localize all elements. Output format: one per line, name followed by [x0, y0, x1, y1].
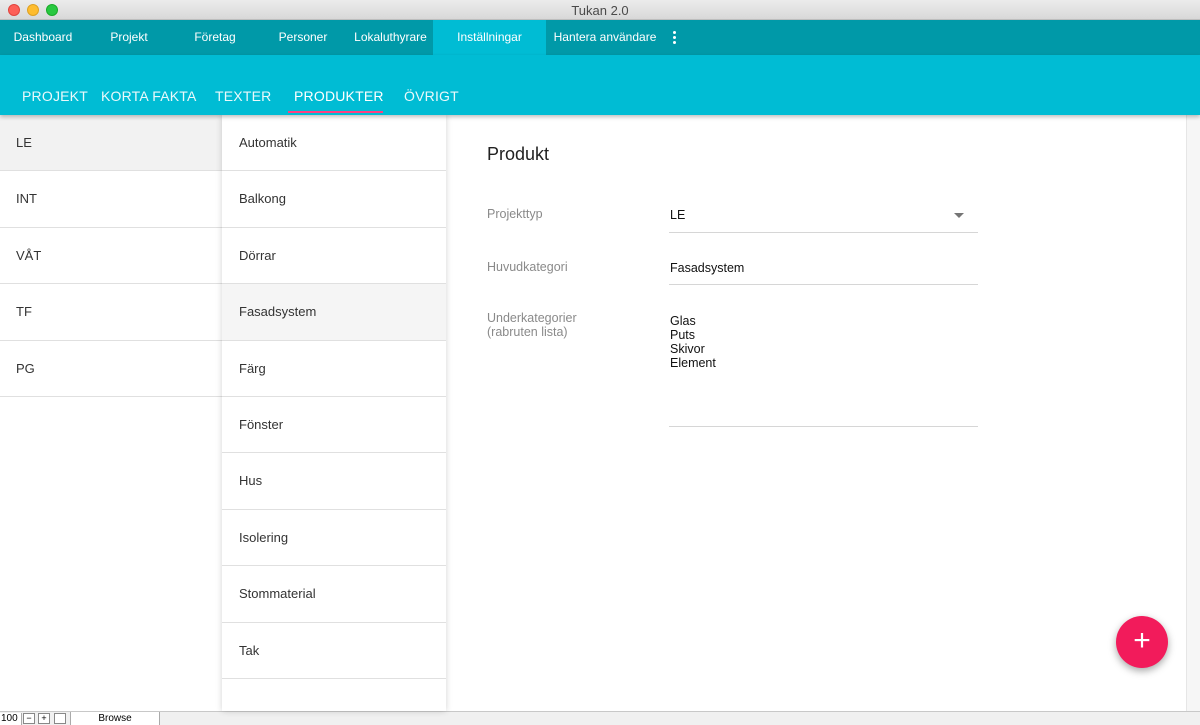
zoom-level: 100 — [0, 713, 22, 725]
category-item[interactable]: Automatik — [222, 115, 446, 172]
category-item[interactable]: Fönster — [222, 397, 446, 454]
category-item[interactable]: Tak — [222, 623, 446, 679]
nav-foretag[interactable]: Företag — [172, 20, 258, 55]
plus-icon: + — [1133, 624, 1151, 657]
tab-produkter[interactable]: PRODUKTER — [294, 88, 384, 104]
category-item[interactable]: Isolering — [222, 510, 446, 567]
nav-hantera-anvandare[interactable]: Hantera användare — [546, 20, 664, 55]
status-bar: 100 − + Browse — [0, 711, 1200, 725]
nav-lokaluthyrare[interactable]: Lokaluthyrare — [348, 20, 433, 55]
zoom-out-icon[interactable]: − — [23, 713, 35, 724]
category-item[interactable]: Fasadsystem — [222, 284, 446, 341]
zoom-in-icon[interactable]: + — [38, 713, 50, 724]
title-bar: Tukan 2.0 — [0, 0, 1200, 20]
projekttyp-value: LE — [670, 208, 686, 222]
project-type-item[interactable]: INT — [0, 171, 222, 228]
category-list: Automatik Balkong Dörrar Fasadsystem Fär… — [222, 115, 446, 711]
product-form-panel: Produkt Projekttyp LE Huvudkategori Fasa… — [446, 115, 1186, 711]
project-type-item[interactable]: PG — [0, 341, 222, 397]
project-type-item[interactable]: LE — [0, 115, 222, 172]
add-button[interactable]: + — [1116, 616, 1168, 668]
category-item-empty[interactable] — [222, 679, 446, 725]
underkategori-line: Glas — [670, 314, 696, 328]
category-item[interactable]: Balkong — [222, 171, 446, 228]
tab-projekt[interactable]: PROJEKT — [22, 88, 88, 104]
projekttyp-label: Projekttyp — [487, 207, 543, 221]
category-item[interactable]: Hus — [222, 453, 446, 510]
underkategorier-label: Underkategorier (rabruten lista) — [487, 311, 577, 339]
huvudkategori-label: Huvudkategori — [487, 260, 568, 274]
dropdown-arrow-icon — [954, 213, 964, 218]
scroll-gutter — [1186, 115, 1200, 711]
window-title: Tukan 2.0 — [571, 3, 629, 18]
app-window: Tukan 2.0 Dashboard Projekt Företag Pers… — [0, 0, 1200, 725]
nav-installningar[interactable]: Inställningar — [433, 20, 546, 55]
huvudkategori-value: Fasadsystem — [670, 261, 745, 275]
top-navigation: Dashboard Projekt Företag Personer Lokal… — [0, 20, 1200, 55]
underkategorier-textarea[interactable]: Glas Puts Skivor Element — [669, 314, 978, 427]
tab-texter[interactable]: TEXTER — [215, 88, 271, 104]
settings-tab-bar: PROJEKT KORTA FAKTA TEXTER PRODUKTER ÖVR… — [0, 55, 1200, 115]
huvudkategori-input[interactable]: Fasadsystem — [669, 260, 978, 285]
project-type-list: LE INT VÅT TF PG — [0, 115, 222, 711]
nav-personer[interactable]: Personer — [258, 20, 348, 55]
more-vert-icon[interactable] — [664, 20, 686, 55]
category-item[interactable]: Dörrar — [222, 228, 446, 285]
project-type-item[interactable]: TF — [0, 284, 222, 341]
tab-ovrigt[interactable]: ÖVRIGT — [404, 88, 459, 104]
tab-korta-fakta[interactable]: KORTA FAKTA — [101, 88, 197, 104]
active-tab-indicator — [288, 111, 383, 113]
browse-button[interactable]: Browse — [70, 712, 160, 725]
underkategori-line: Skivor — [670, 342, 705, 356]
category-item[interactable]: Färg — [222, 341, 446, 397]
nav-projekt[interactable]: Projekt — [86, 20, 172, 55]
category-item[interactable]: Stommaterial — [222, 566, 446, 623]
page-title: Produkt — [487, 144, 550, 164]
nav-dashboard[interactable]: Dashboard — [0, 20, 86, 55]
project-type-item[interactable]: VÅT — [0, 228, 222, 285]
projekttyp-select[interactable]: LE — [669, 207, 978, 233]
window-layout-icon[interactable] — [54, 713, 66, 724]
underkategori-line: Puts — [670, 328, 696, 342]
underkategori-line: Element — [670, 356, 716, 370]
